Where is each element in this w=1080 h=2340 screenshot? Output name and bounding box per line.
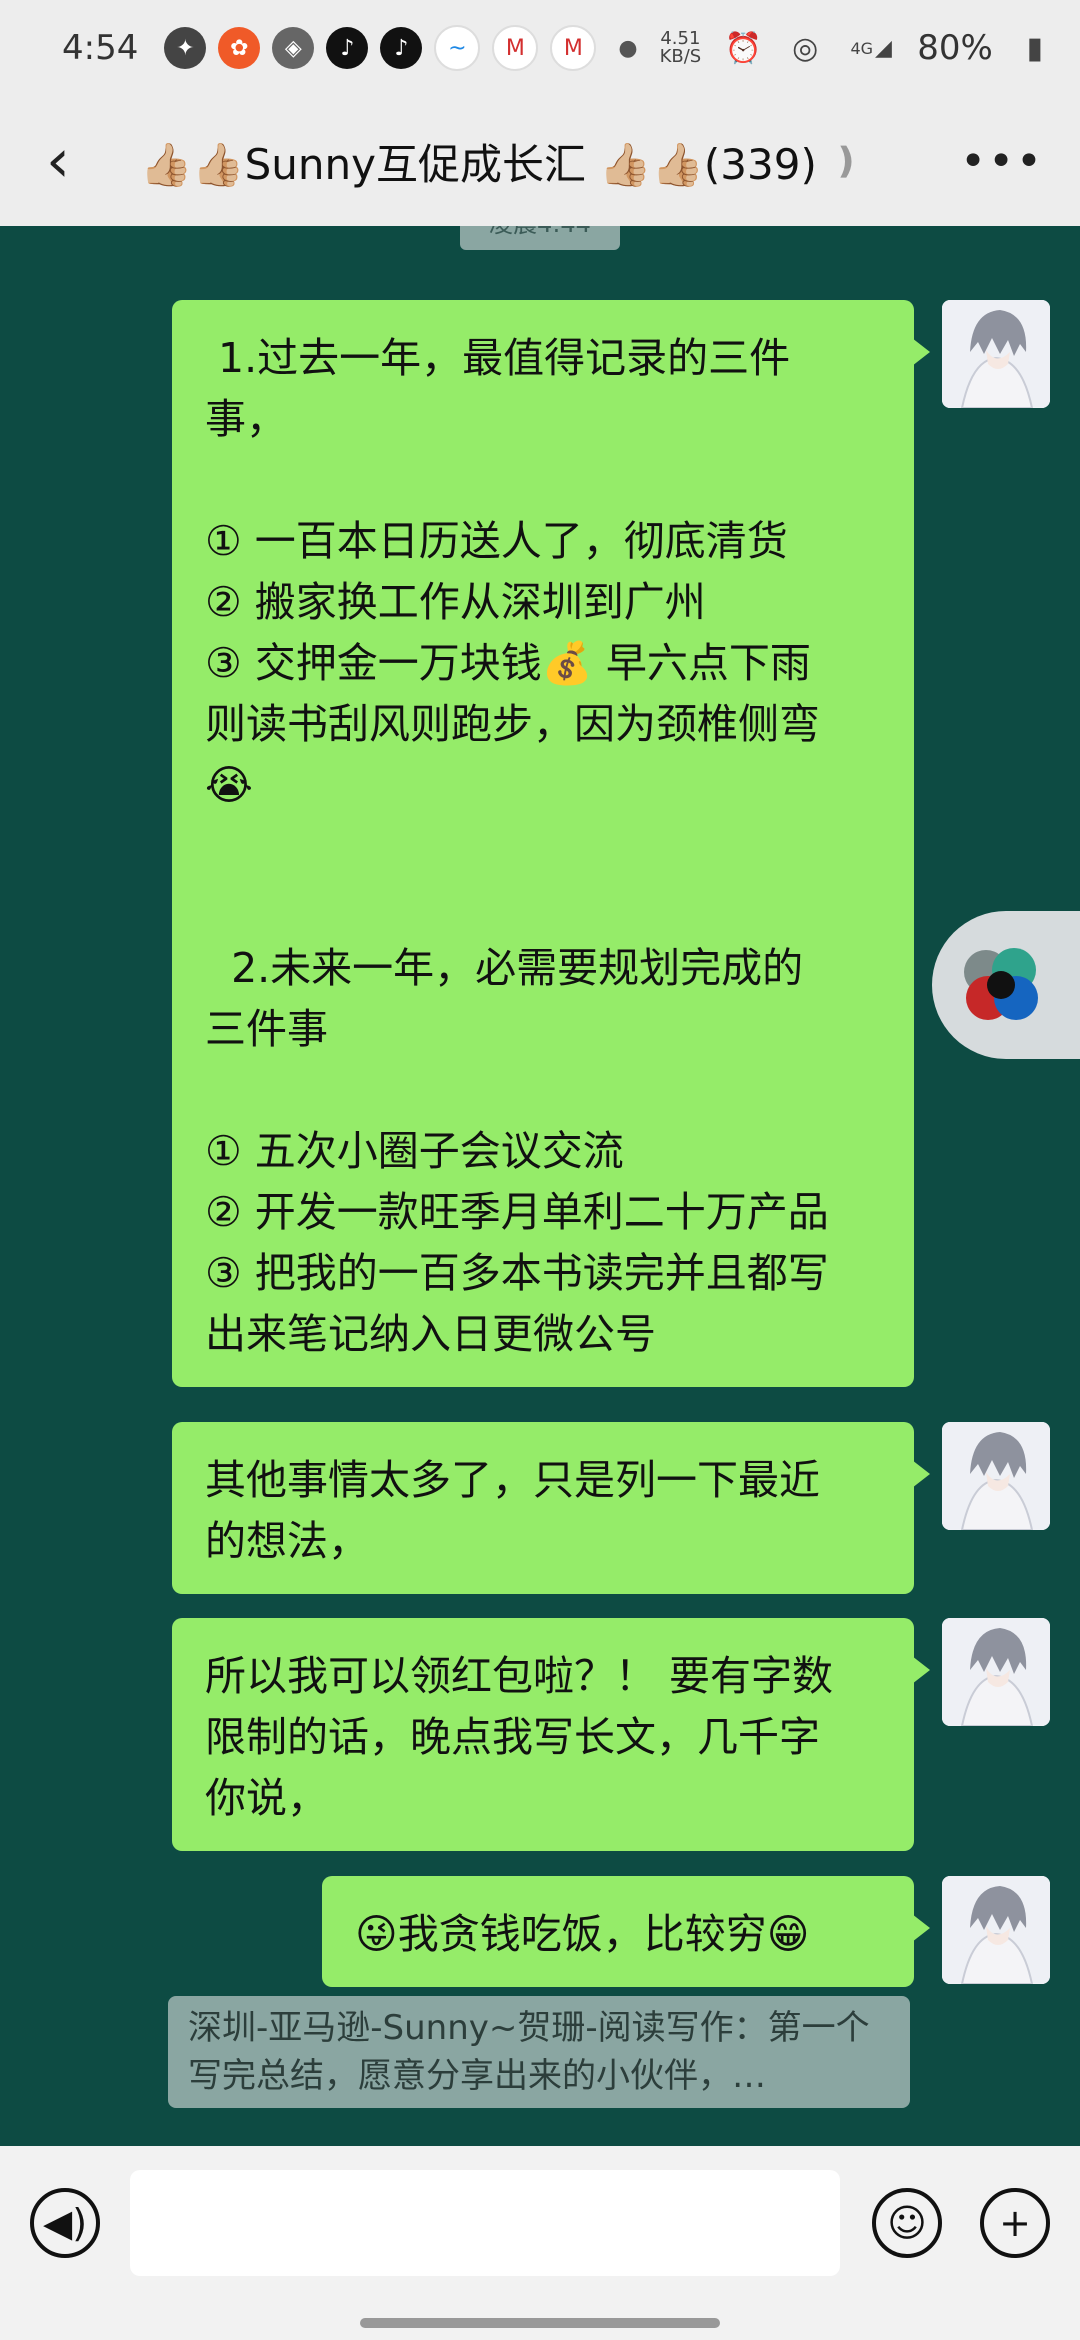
message-line: 限制的话，晚点我写长文，几千字	[205, 1713, 820, 1761]
message-line: 则读书刮风则跑步，因为颈椎侧弯	[205, 700, 820, 748]
message-line: 😜我贪钱吃饭，比较穷😁	[355, 1910, 810, 1958]
chat-area[interactable]: 凌晨4:44 1.过去一年，最值得记录的三件事， ① 一百本日历送人了，彻底清货 ②…	[0, 226, 1080, 2146]
input-bar: ◀) ☺ +	[0, 2146, 1080, 2340]
ear-icon: ❫	[830, 140, 862, 182]
message-row: 所以我可以领红包啦？！ 要有字数 限制的话，晚点我写长文，几千字 你说，	[172, 1618, 1050, 1851]
message-line: ② 开发一款旺季月单利二十万产品	[205, 1188, 829, 1236]
message-line: 的想法，	[205, 1517, 369, 1565]
time-chip: 凌晨4:44	[460, 226, 620, 250]
message-line: 你说，	[205, 1774, 328, 1822]
emoji-icon[interactable]: ☺	[872, 2188, 942, 2258]
avatar[interactable]	[942, 1422, 1050, 1530]
message-line: 事，	[205, 395, 287, 443]
message-bubble[interactable]: 其他事情太多了，只是列一下最近 的想法，	[172, 1422, 930, 1594]
message-bubble[interactable]: 1.过去一年，最值得记录的三件 事， ① 一百本日历送人了，彻底清货 ② 搬家换工作从…	[172, 300, 930, 1387]
message-line	[205, 450, 884, 511]
notification-app-icon: M	[492, 25, 539, 71]
message-line	[205, 816, 884, 877]
message-line: 😭	[205, 761, 253, 809]
quoted-message[interactable]: 深圳-亚马逊-Sunny~贺珊-阅读写作：第一个写完总结，愿意分享出来的小伙伴，…	[168, 1996, 910, 2108]
battery-icon: ▮	[1026, 30, 1044, 66]
message-line	[205, 877, 884, 938]
notification-app-icon: ~	[434, 25, 481, 71]
message-bubble[interactable]: 所以我可以领红包啦？！ 要有字数 限制的话，晚点我写长文，几千字 你说，	[172, 1618, 930, 1851]
hotspot-icon: ◎	[792, 30, 819, 66]
notification-icons: ✦ ✿ ◈ ♪ ♪ ~ M M	[164, 25, 597, 71]
status-bar: 4:54 ✦ ✿ ◈ ♪ ♪ ~ M M ● 4.51 KB/S ⏰ ◎ 4G ◢…	[0, 0, 1080, 96]
voice-icon[interactable]: ◀)	[30, 2188, 100, 2258]
message-line: 三件事	[205, 1005, 328, 1053]
notification-app-icon: ✿	[218, 27, 261, 69]
home-indicator	[360, 2318, 720, 2328]
more-notifications-dot: ●	[618, 35, 638, 61]
group-title: 👍🏼👍🏼Sunny互促成长汇 👍🏼👍🏼(339) ❫	[140, 139, 862, 189]
avatar[interactable]	[942, 1618, 1050, 1726]
tiktok-icon: ♪	[326, 27, 369, 69]
alarm-icon: ⏰	[724, 30, 762, 66]
message-line: 出来笔记纳入日更微公号	[205, 1310, 656, 1358]
network-speed: 4.51 KB/S	[659, 28, 702, 67]
more-icon[interactable]: •••	[960, 136, 1044, 187]
message-row: 1.过去一年，最值得记录的三件 事， ① 一百本日历送人了，彻底清货 ② 搬家换工作从…	[172, 300, 1050, 1387]
message-line: ① 一百本日历送人了，彻底清货	[205, 517, 788, 565]
status-time: 4:54	[62, 28, 139, 68]
notification-app-icon: ◈	[272, 27, 315, 69]
message-line: ② 搬家换工作从深圳到广州	[205, 578, 706, 626]
message-line: 2.未来一年，必需要规划完成的	[205, 944, 804, 992]
tiktok-icon: ♪	[380, 27, 423, 69]
plus-icon[interactable]: +	[980, 2188, 1050, 2258]
message-line: 1.过去一年，最值得记录的三件	[205, 334, 791, 382]
message-input[interactable]	[130, 2170, 840, 2276]
avatar[interactable]	[942, 300, 1050, 408]
notification-app-icon: ✦	[164, 27, 207, 69]
message-line: ③ 交押金一万块钱💰 早六点下雨	[205, 639, 811, 687]
chat-header: ‹ 👍🏼👍🏼Sunny互促成长汇 👍🏼👍🏼(339) ❫ •••	[0, 96, 1080, 226]
message-line: ③ 把我的一百多本书读完并且都写	[205, 1249, 829, 1297]
battery-percentage: 80%	[917, 28, 993, 68]
message-bubble[interactable]: 😜我贪钱吃饭，比较穷😁	[322, 1876, 930, 1987]
floating-app-button[interactable]	[932, 911, 1080, 1059]
notification-app-icon: M	[550, 25, 597, 71]
message-row: 😜我贪钱吃饭，比较穷😁	[322, 1876, 1050, 1987]
avatar[interactable]	[942, 1876, 1050, 1984]
floating-app-icon	[964, 948, 1038, 1020]
back-arrow-icon[interactable]: ‹	[36, 126, 80, 196]
message-line: ① 五次小圈子会议交流	[205, 1127, 624, 1175]
signal-icon: 4G ◢	[850, 35, 892, 61]
message-line	[205, 1060, 884, 1121]
message-line: 其他事情太多了，只是列一下最近	[205, 1456, 820, 1504]
message-row: 其他事情太多了，只是列一下最近 的想法，	[172, 1422, 1050, 1594]
message-line: 所以我可以领红包啦？！ 要有字数	[205, 1652, 834, 1700]
